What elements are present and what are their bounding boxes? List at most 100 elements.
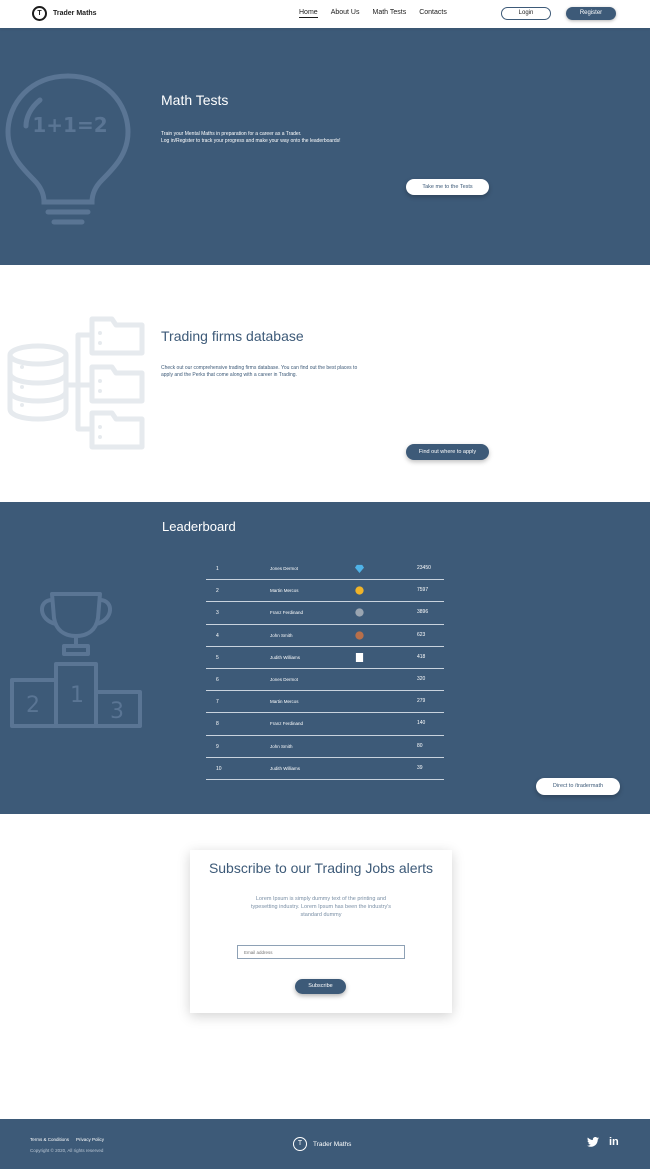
leaderboard-player-name: Franz Ferdinand (270, 721, 304, 727)
subscribe-line2: typesetting industry. Lorem Ipsum has be… (250, 904, 392, 910)
leaderboard-rank: 2 (216, 588, 219, 595)
nav-links: Home About Us Math Tests Contacts (299, 9, 447, 18)
leaderboard-row: 7 Martin Mercos 279 (206, 691, 444, 714)
trading-firms-line2: apply and the Perks that come along with… (161, 372, 297, 378)
leaderboard-table: 1 Jones Dermot 23450 2 Martin Mercos 7597 3 Fra… (206, 558, 444, 780)
leaderboard-rank: 4 (216, 632, 219, 639)
leaderboard-player-name: Jones Dermot (270, 676, 299, 682)
leaderboard-player-name: John Smith (270, 743, 293, 749)
nav-link-math-tests[interactable]: Math Tests (372, 9, 406, 18)
math-tests-section: 1+1=2 Math Tests Train your Mental Maths… (0, 28, 650, 265)
subscribe-line1: Lorem Ipsum is simply dummy text of the … (255, 896, 387, 902)
leaderboard-score: 623 (417, 631, 426, 638)
terms-link[interactable]: Terms & Conditions (30, 1137, 69, 1142)
podium-label-3: 3 (110, 699, 124, 724)
leaderboard-player-name: Franz Ferdinand (270, 610, 304, 616)
leaderboard-rank: 10 (216, 765, 222, 772)
diamond-badge-icon (355, 564, 364, 573)
leaderboard-rank: 3 (216, 610, 219, 617)
leaderboard-score: 140 (417, 720, 426, 727)
social-links: in (587, 1136, 619, 1148)
math-tests-description: Train your Mental Maths in preparation f… (161, 131, 421, 145)
leaderboard-rank: 6 (216, 676, 219, 683)
footer-brand[interactable]: T Trader Maths (293, 1137, 351, 1151)
leaderboard-row: 10 Judith Williams 39 (206, 758, 444, 780)
subscribe-line3: standard dummy (300, 912, 342, 918)
leaderboard-score: 7597 (417, 587, 429, 594)
email-field[interactable] (237, 945, 405, 959)
math-tests-line2: Log in/Register to track your progress a… (161, 138, 341, 144)
logo-icon: T (32, 6, 47, 21)
subscribe-title: Subscribe to our Trading Jobs alerts (208, 860, 434, 876)
leaderboard-player-name: Jones Dermot (270, 566, 299, 571)
leaderboard-row: 5 Judith Williams 418 (206, 647, 444, 669)
podium-label-1: 1 (70, 683, 84, 708)
database-folders-icon (7, 316, 145, 450)
lightbulb-icon: 1+1=2 (5, 73, 131, 225)
subscribe-description: Lorem Ipsum is simply dummy text of the … (235, 895, 407, 919)
leaderboard-rank: 9 (216, 743, 219, 750)
leaderboard-player-name: Judith Williams (270, 765, 301, 771)
leaderboard-row: 6 Jones Dermot 320 (206, 669, 444, 692)
footer-brand-name: Trader Maths (313, 1140, 352, 1148)
leaderboard-score: 39 (417, 764, 423, 771)
leaderboard-rank: 8 (216, 721, 219, 728)
leaderboard-score: 80 (417, 742, 423, 749)
nav-link-contacts[interactable]: Contacts (419, 9, 447, 18)
leaderboard-row: 1 Jones Dermot 23450 (206, 558, 444, 581)
subscribe-card: Subscribe to our Trading Jobs alerts Lor… (190, 850, 452, 1013)
bulb-text: 1+1=2 (32, 113, 107, 137)
leaderboard-score: 320 (417, 675, 426, 682)
podium-label-2: 2 (26, 693, 40, 718)
leaderboard-score: 3896 (417, 609, 429, 616)
trading-firms-section: Trading firms database Check out our com… (0, 265, 650, 502)
leaderboard-rank: 7 (216, 699, 219, 706)
leaderboard-score: 23450 (417, 565, 431, 571)
brand-logo[interactable]: T Trader Maths (32, 6, 97, 21)
math-tests-line1: Train your Mental Maths in preparation f… (161, 131, 302, 137)
direct-to-tradermath-button[interactable]: Direct to /tradermath (536, 778, 620, 795)
leaderboard-player-name: Judith Williams (270, 654, 301, 660)
brand-name: Trader Maths (53, 10, 97, 17)
gold-badge-icon (355, 586, 364, 595)
leaderboard-player-name: Martin Mercos (270, 699, 299, 705)
leaderboard-row: 3 Franz Ferdinand 3896 (206, 602, 444, 625)
leaderboard-row: 9 John Smith 80 (206, 736, 444, 758)
leaderboard-row: 4 John Smith 623 (206, 625, 444, 647)
copyright-text: Copyright © 2020, All rights reserved (30, 1148, 104, 1153)
logo-letter: T (34, 8, 45, 19)
leaderboard-title: Leaderboard (162, 519, 236, 534)
leaderboard-player-name: John Smith (270, 632, 293, 638)
leaderboard-score: 418 (417, 653, 426, 660)
footer: Terms & Conditions Privacy Policy Copyri… (0, 1119, 650, 1169)
leaderboard-score: 279 (417, 698, 426, 705)
subscribe-button[interactable]: Subscribe (295, 979, 346, 994)
nav-link-home[interactable]: Home (299, 9, 318, 18)
top-navbar: T Trader Maths Home About Us Math Tests … (0, 0, 650, 28)
leaderboard-row: 8 Franz Ferdinand 140 (206, 713, 444, 736)
trading-firms-title: Trading firms database (161, 328, 304, 344)
trading-firms-line1: Check out our comprehensive trading firm… (161, 365, 358, 371)
math-tests-title: Math Tests (161, 92, 229, 108)
silver-badge-icon (355, 608, 364, 618)
find-where-to-apply-button[interactable]: Find out where to apply (406, 444, 489, 460)
subscribe-section: Subscribe to our Trading Jobs alerts Lor… (0, 814, 650, 1119)
trophy-podium-icon: 2 1 3 (10, 592, 142, 728)
leaderboard-rank: 5 (216, 654, 219, 661)
leaderboard-rank: 1 (216, 566, 219, 572)
paper-badge-icon (355, 652, 364, 662)
take-me-to-tests-button[interactable]: Take me to the Tests (406, 179, 489, 195)
bronze-badge-icon (355, 630, 364, 640)
nav-link-about[interactable]: About Us (331, 9, 360, 18)
twitter-icon[interactable] (587, 1137, 599, 1147)
leaderboard-row: 2 Martin Mercos 7597 (206, 580, 444, 603)
leaderboard-player-name: Martin Mercos (270, 588, 299, 594)
trading-firms-description: Check out our comprehensive trading firm… (161, 365, 421, 379)
footer-links: Terms & Conditions Privacy Policy (30, 1137, 104, 1142)
footer-logo-icon: T (293, 1137, 307, 1151)
linkedin-icon[interactable]: in (609, 1136, 619, 1148)
register-button[interactable]: Register (566, 7, 616, 20)
privacy-link[interactable]: Privacy Policy (76, 1137, 104, 1142)
login-button[interactable]: Login (501, 7, 551, 20)
leaderboard-section: 2 1 3 Leaderboard 1 Jones Dermot 23450 2 Mar… (0, 502, 650, 814)
